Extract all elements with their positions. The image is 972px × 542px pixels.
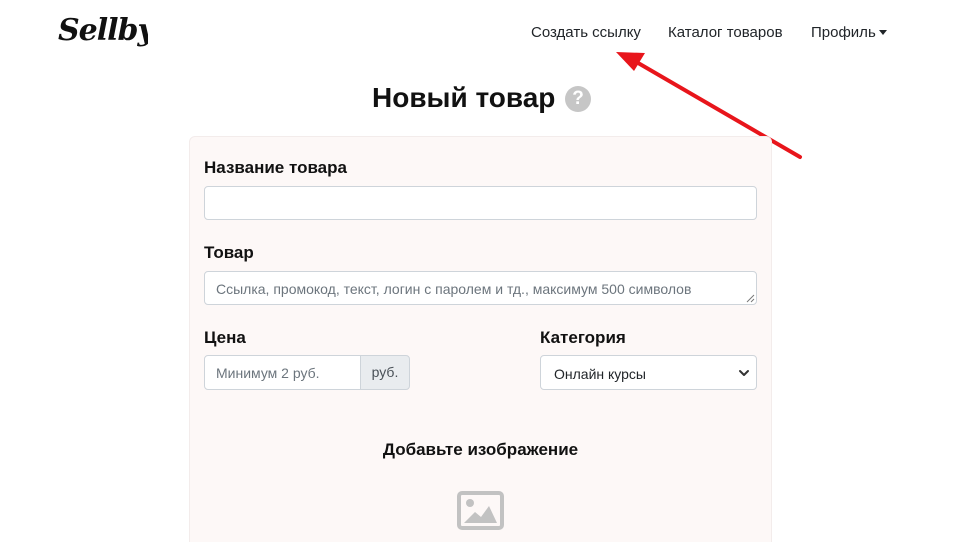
sellby-logo[interactable]: Sellby — [56, 10, 148, 50]
chevron-down-icon — [739, 370, 749, 376]
product-name-label: Название товара — [204, 158, 347, 177]
nav-catalog[interactable]: Каталог товаров — [668, 24, 783, 44]
nav-create-link[interactable]: Создать ссылку — [531, 24, 641, 44]
price-label: Цена — [204, 328, 246, 347]
logo-text: Sellby — [58, 13, 148, 48]
product-name-input[interactable] — [204, 186, 757, 220]
category-selected-value: Онлайн курсы — [554, 366, 646, 382]
category-label: Категория — [540, 328, 626, 347]
category-select[interactable]: Онлайн курсы — [540, 355, 757, 390]
caret-down-icon — [878, 30, 887, 35]
add-image-heading: Добавьте изображение — [382, 440, 579, 459]
price-input[interactable] — [204, 355, 361, 390]
product-content-textarea[interactable] — [204, 271, 757, 305]
image-placeholder-icon[interactable] — [457, 491, 504, 530]
question-circle-icon[interactable]: ? — [565, 86, 591, 112]
nav-profile-dropdown[interactable]: Профиль — [811, 24, 887, 44]
page-title: Новый товар — [372, 82, 556, 113]
price-currency-addon: руб. — [360, 355, 410, 390]
product-content-label: Товар — [204, 243, 254, 262]
nav-profile-label: Профиль — [811, 24, 876, 41]
